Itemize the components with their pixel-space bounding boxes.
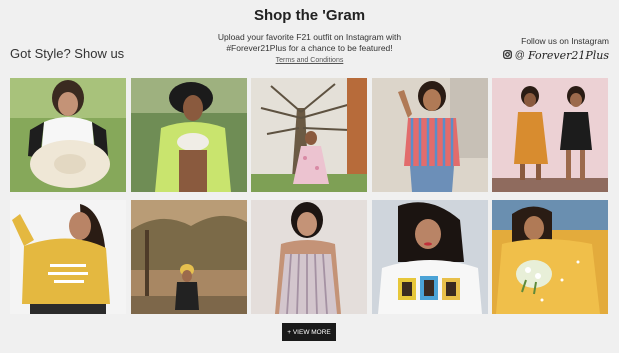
gallery-tile[interactable] — [251, 200, 367, 314]
follow-instagram: Follow us on Instagram @ Forever21Plus — [502, 36, 609, 62]
follow-label: Follow us on Instagram — [521, 36, 609, 46]
gallery-tile[interactable] — [371, 78, 488, 192]
photo-yellow-floral-dress — [492, 200, 608, 314]
intro-text: Upload your favorite F21 outfit on Insta… — [200, 32, 419, 66]
photo-graphic-tee — [371, 200, 488, 314]
photo-lime-kimono — [130, 78, 247, 192]
terms-link[interactable]: Terms and Conditions — [276, 55, 344, 66]
instagram-handle-link[interactable]: @ Forever21Plus — [502, 49, 609, 62]
photo-forest-black-outfit — [130, 200, 247, 314]
instagram-gallery — [10, 78, 608, 315]
page-title: Shop the 'Gram — [253, 7, 366, 24]
gallery-tile[interactable] — [130, 200, 247, 314]
instagram-handle: Forever21Plus — [527, 49, 609, 62]
photo-striped-pinafore — [251, 200, 367, 314]
gallery-tile[interactable] — [130, 78, 247, 192]
intro-line-1: Upload your favorite F21 outfit on Insta… — [217, 32, 402, 42]
photo-floral-maxi-tree — [251, 78, 367, 192]
photo-mustard-black-duo — [492, 78, 608, 192]
at-symbol: @ — [514, 50, 525, 61]
photo-white-top-sunhat — [10, 78, 126, 192]
instagram-icon — [502, 50, 512, 61]
gallery-tile[interactable] — [492, 78, 608, 192]
gallery-tile[interactable] — [251, 78, 367, 192]
intro-line-2: #Forever21Plus for a chance to be featur… — [226, 43, 393, 53]
photo-yellow-sweatshirt — [10, 200, 126, 314]
gallery-tile[interactable] — [492, 200, 608, 314]
gallery-tile[interactable] — [371, 200, 488, 314]
got-style-heading: Got Style? Show us — [10, 46, 125, 61]
photo-striped-shirt-jeans — [371, 78, 488, 192]
gallery-tile[interactable] — [10, 78, 126, 192]
gallery-tile[interactable] — [10, 200, 126, 314]
view-more-button[interactable]: + VIEW MORE — [282, 323, 336, 341]
